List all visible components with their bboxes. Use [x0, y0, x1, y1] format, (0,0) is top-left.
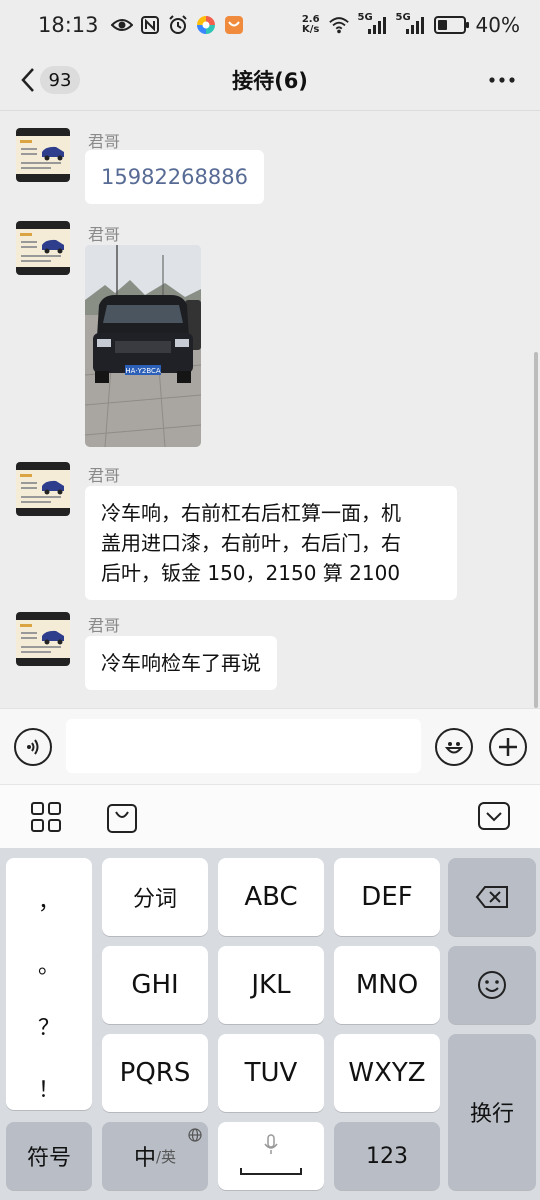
backspace-key[interactable] [448, 858, 536, 936]
key-comma[interactable]: ， [6, 884, 92, 916]
message-bubble-text[interactable]: 冷车响检车了再说 [85, 636, 277, 690]
numbers-key[interactable]: 123 [334, 1122, 440, 1190]
input-bar [0, 708, 540, 784]
more-functions-button[interactable] [489, 728, 527, 766]
sender-name: 君哥 [88, 616, 121, 635]
message-bubble-phone[interactable]: 15982268886 [85, 150, 264, 204]
status-time: 18:13 [38, 13, 99, 37]
network-speed: 2.6 K/s [302, 15, 320, 35]
emoji-key[interactable] [448, 946, 536, 1024]
backspace-icon [475, 885, 509, 909]
wifi-icon [328, 14, 350, 36]
space-bar-icon [240, 1168, 302, 1176]
keyboard-shop-button[interactable] [106, 800, 138, 834]
signal-label-1: 5G [357, 12, 373, 23]
grid-icon [30, 801, 62, 833]
plus-icon [497, 736, 519, 758]
language-sub: /英 [155, 1147, 177, 1166]
title-bar: 93 接待(6) [0, 50, 540, 110]
message-line: 后叶，钣金 150，2150 算 2100 [101, 561, 401, 585]
license-plate: HA·Y2BCA [125, 367, 161, 375]
chevron-down-box-icon [477, 801, 511, 831]
key-period[interactable]: 。 [6, 948, 92, 980]
header-divider [0, 110, 540, 111]
sender-name: 君哥 [88, 225, 121, 244]
shopping-bag-icon [106, 800, 138, 834]
smiley-icon [477, 970, 507, 1000]
key-wxyz[interactable]: WXYZ [334, 1034, 440, 1112]
signal-label-2: 5G [395, 12, 411, 23]
message-line: 盖用进口漆，右前叶，右后门，右 [101, 531, 401, 555]
message-item: 君哥 冷车响检车了再说 [16, 612, 516, 692]
chat-scrollbar[interactable] [534, 352, 538, 708]
battery-fill [437, 20, 448, 30]
network-speed-unit: K/s [302, 24, 320, 35]
sender-name: 君哥 [88, 466, 121, 485]
hide-keyboard-button[interactable] [477, 801, 511, 831]
sender-avatar[interactable] [16, 128, 70, 182]
battery-percent: 40% [475, 13, 520, 37]
language-switch-key[interactable]: 中/英 [102, 1122, 208, 1190]
symbols-key[interactable]: 符号 [6, 1122, 92, 1190]
enter-key[interactable]: 换行 [448, 1034, 536, 1190]
status-icons-left [110, 14, 245, 36]
key-mno[interactable]: MNO [334, 946, 440, 1024]
sender-avatar[interactable] [16, 221, 70, 275]
message-item: 君哥 15982268886 [16, 128, 516, 208]
nfc-icon [139, 14, 161, 36]
more-options-button[interactable] [486, 64, 518, 96]
keyboard: ， 。 ？ ！ 分词 ABC DEF GHI JKL MNO PQRS TUV … [0, 848, 540, 1200]
key-ghi[interactable]: GHI [102, 946, 208, 1024]
alarm-icon [167, 14, 189, 36]
sender-avatar[interactable] [16, 462, 70, 516]
space-key[interactable] [218, 1122, 324, 1190]
message-line: 冷车响，右前杠右后杠算一面，机 [101, 501, 401, 525]
keyboard-menu-button[interactable] [30, 801, 62, 833]
more-dots-icon [488, 76, 516, 84]
message-item: 君哥 冷车响，右前杠右后杠算一面，机 盖用进口漆，右前叶，右后门，右 后叶，钣金… [16, 462, 516, 602]
voice-icon [23, 737, 43, 757]
message-input[interactable] [66, 719, 421, 773]
key-jkl[interactable]: JKL [218, 946, 324, 1024]
key-tuv[interactable]: TUV [218, 1034, 324, 1112]
sender-avatar[interactable] [16, 612, 70, 666]
key-exclamation[interactable]: ！ [6, 1072, 92, 1104]
key-def[interactable]: DEF [334, 858, 440, 936]
message-item: 君哥 HA·Y2BCA [16, 221, 516, 451]
battery-icon [433, 16, 469, 34]
eye-icon [110, 14, 133, 36]
punctuation-column[interactable]: ， 。 ？ ！ [6, 858, 92, 1110]
voice-input-button[interactable] [14, 728, 52, 766]
status-icons-right: 2.6 K/s 5G 5G 40% [302, 12, 520, 37]
key-abc[interactable]: ABC [218, 858, 324, 936]
key-question[interactable]: ？ [6, 1010, 92, 1042]
keyboard-toolbar [0, 784, 540, 848]
status-bar: 18:13 2.6 K/s 5G 5G 40% [0, 0, 540, 50]
unread-count-badge: 93 [40, 66, 80, 94]
microphone-icon [263, 1134, 279, 1156]
back-button[interactable]: 93 [20, 60, 80, 100]
signal-5g-icon-1: 5G [357, 12, 388, 36]
chevron-left-icon [20, 67, 36, 93]
sender-name: 君哥 [88, 132, 121, 151]
message-bubble-text[interactable]: 冷车响，右前杠右后杠算一面，机 盖用进口漆，右前叶，右后门，右 后叶，钣金 15… [85, 486, 457, 600]
key-fenci[interactable]: 分词 [102, 858, 208, 936]
key-pqrs[interactable]: PQRS [102, 1034, 208, 1112]
chat-title: 接待(6) [232, 69, 308, 93]
smiley-icon [442, 735, 466, 759]
globe-icon [188, 1128, 202, 1142]
shopping-app-icon [223, 14, 245, 36]
emoji-button[interactable] [435, 728, 473, 766]
message-photo-car[interactable]: HA·Y2BCA [85, 245, 201, 447]
signal-5g-icon-2: 5G [395, 12, 426, 36]
colorful-app-icon [195, 14, 217, 36]
language-main: 中 [133, 1146, 156, 1171]
